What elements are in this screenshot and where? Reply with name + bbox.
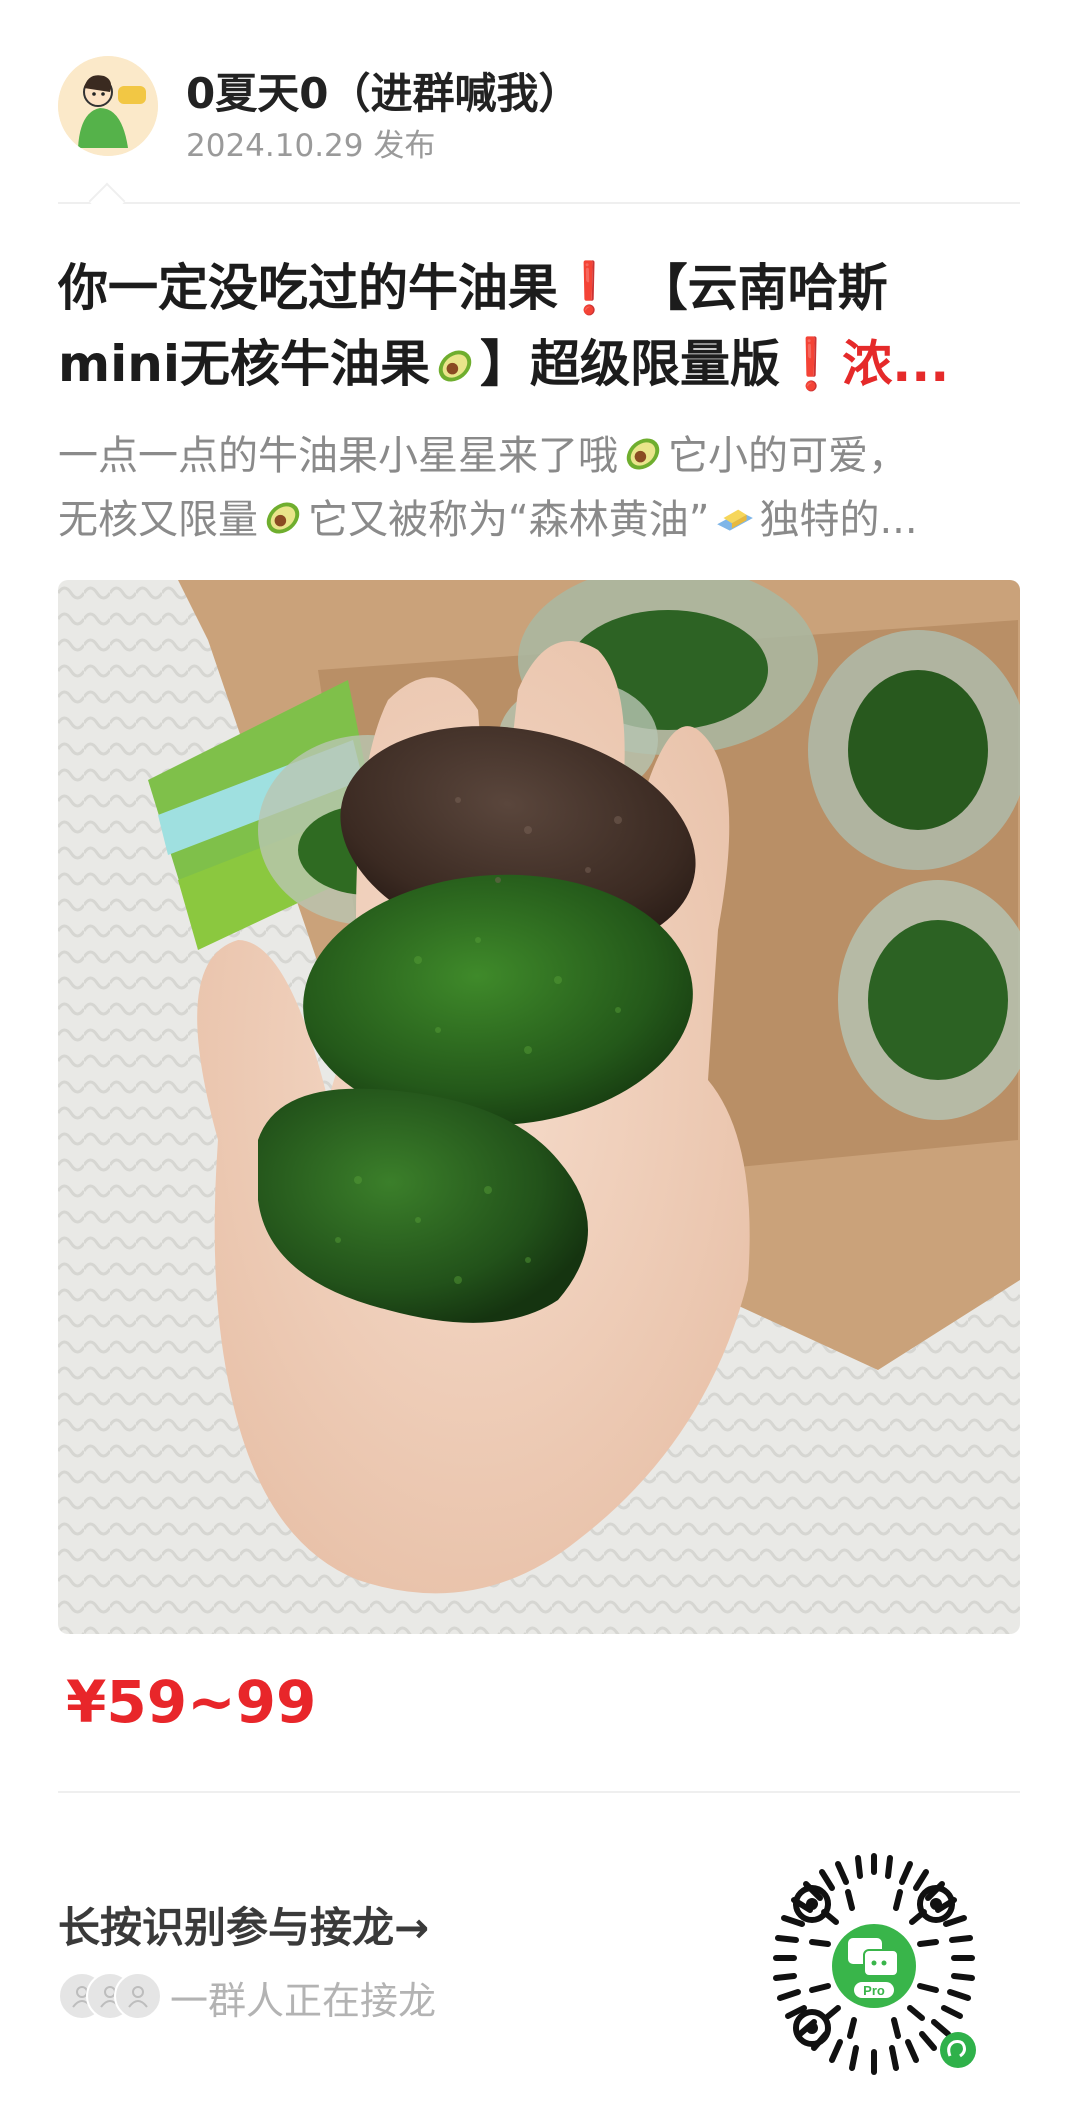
miniprogram-qr-code[interactable]: Pro	[750, 1842, 998, 2090]
miniprogram-logo-icon	[940, 2032, 976, 2068]
qr-badge-label: Pro	[863, 1983, 885, 1998]
participant-avatar-icon	[114, 1972, 162, 2020]
post-title[interactable]: 你一定没吃过的牛油果❗️ 【云南哈斯 mini无核牛油果 】超级限量版❗️浓...	[58, 250, 1020, 402]
participant-avatars	[58, 1972, 162, 2020]
desc-text: 它小的可爱，	[668, 433, 908, 479]
title-text: 】超级限量版	[479, 335, 780, 393]
post-header: 0夏天0（进群喊我） 2024.10.29 发布	[58, 56, 1020, 166]
desc-line-2: 无核又限量 它又被称为“森林黄油” 独特的...	[58, 488, 1020, 552]
participants-text: 一群人正在接龙	[170, 1979, 437, 2023]
desc-line-1: 一点一点的牛油果小星星来了哦 它小的可爱，	[58, 424, 1020, 488]
product-photo[interactable]	[58, 580, 1020, 1634]
price-range: ¥59~99	[66, 1668, 317, 1736]
avocado-emoji-icon	[266, 502, 300, 534]
author-avatar[interactable]	[58, 56, 158, 156]
desc-text: 无核又限量	[58, 497, 258, 543]
avocado-emoji-icon	[438, 350, 472, 382]
title-text: ❗️浓...	[779, 335, 950, 393]
divider-notch	[88, 182, 126, 220]
divider	[58, 1791, 1020, 1793]
join-solitaire-link[interactable]: 长按识别参与接龙→	[58, 1894, 429, 1955]
desc-text: 一点一点的牛油果小星星来了哦	[58, 433, 618, 479]
divider	[58, 202, 1020, 204]
avocado-emoji-icon	[626, 438, 660, 470]
butter-emoji-icon	[717, 509, 754, 531]
post-description[interactable]: 一点一点的牛油果小星星来了哦 它小的可爱， 无核又限量 它又被称为“森林黄油” 独特的…	[58, 424, 1020, 552]
author-name[interactable]: 0夏天0（进群喊我）	[186, 60, 580, 121]
desc-text: 独特的...	[759, 497, 918, 543]
title-line-1: 你一定没吃过的牛油果❗️ 【云南哈斯	[58, 259, 888, 317]
title-text: mini无核牛油果	[58, 335, 430, 393]
desc-text: 它又被称为“森林黄油”	[308, 497, 710, 543]
title-line-2: mini无核牛油果 】超级限量版❗️浓...	[58, 326, 1020, 402]
post-date: 2024.10.29 发布	[186, 128, 436, 164]
